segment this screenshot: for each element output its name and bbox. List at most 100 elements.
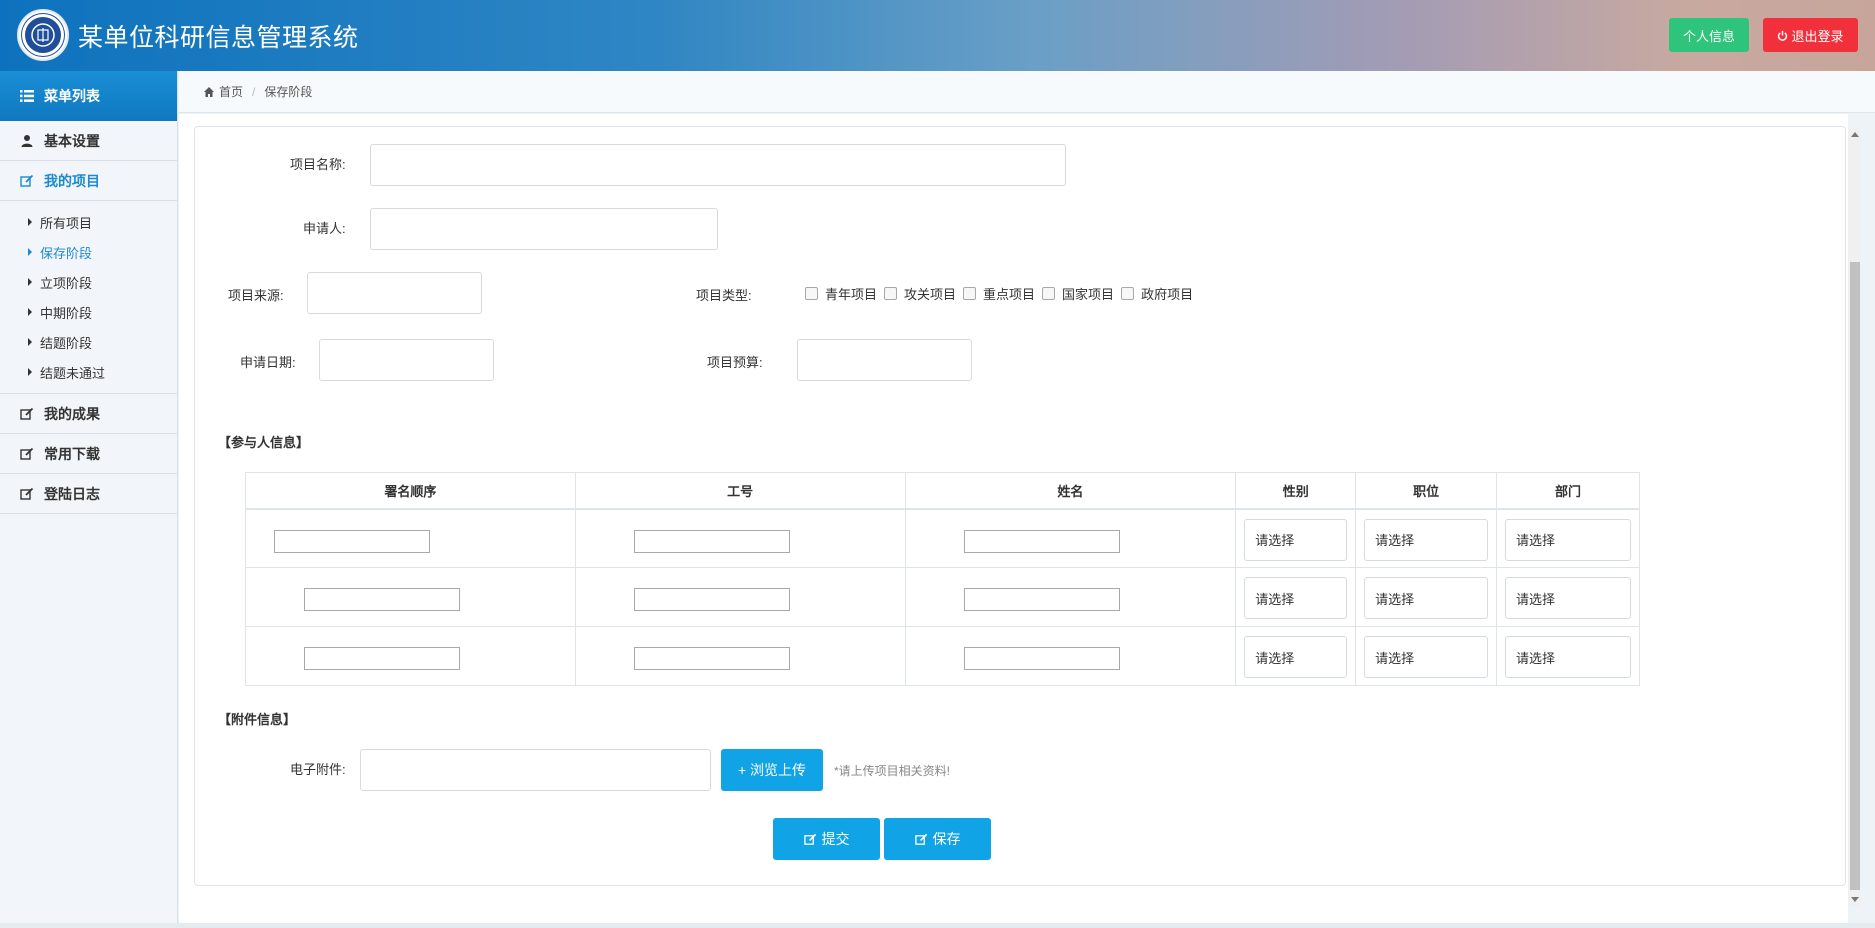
sidebar-item-label: 我的成果	[44, 405, 100, 422]
sidebar-item-basic-settings[interactable]: 基本设置	[0, 121, 177, 161]
submenu-label: 所有项目	[40, 215, 93, 231]
submenu-closing-stage[interactable]: 结题阶段	[0, 327, 177, 357]
checkbox-key[interactable]	[963, 287, 977, 300]
save-button[interactable]: 保存	[884, 818, 991, 860]
apply-date-label: 申请日期:	[240, 355, 296, 370]
checkbox-label: 重点项目	[983, 287, 1036, 302]
checkbox-key-tackling[interactable]	[884, 287, 898, 300]
project-source-input[interactable]	[307, 272, 482, 314]
sidebar-item-my-achievements[interactable]: 我的成果	[0, 394, 177, 434]
applicant-input[interactable]	[370, 208, 718, 250]
participants-table: 署名顺序 工号 姓名 性别 职位 部门 请选择 请选择 请选择 请选择 请选择 …	[245, 472, 1640, 686]
column-header: 姓名	[904, 472, 1237, 510]
name-input[interactable]	[963, 588, 1120, 611]
submit-label: 提交	[821, 831, 850, 847]
sidebar-item-login-log[interactable]: 登陆日志	[0, 474, 177, 514]
logout-button[interactable]: 退出登录	[1763, 18, 1858, 52]
top-header: 某单位科研信息管理系统 个人信息 退出登录	[0, 0, 1875, 71]
checkbox-national[interactable]	[1042, 287, 1056, 300]
app-title: 某单位科研信息管理系统	[78, 23, 359, 52]
checkbox-label: 政府项目	[1141, 287, 1194, 302]
position-select[interactable]: 请选择	[1364, 577, 1489, 619]
edit-icon	[20, 174, 34, 187]
scroll-up-arrow-icon[interactable]	[1851, 132, 1859, 137]
project-submenu: 所有项目 保存阶段 立项阶段 中期阶段 结题阶段 结题未通过	[0, 201, 177, 394]
sidebar-item-downloads[interactable]: 常用下载	[0, 434, 177, 474]
project-source-label: 项目来源:	[228, 288, 284, 303]
table-row: 请选择 请选择 请选择	[245, 508, 1640, 568]
position-select[interactable]: 请选择	[1364, 518, 1489, 561]
project-name-label: 项目名称:	[290, 157, 346, 172]
sidebar: 菜单列表 基本设置 我的项目 所有项目 保存阶段 立项阶段 中期阶段 结题阶段 …	[0, 71, 178, 928]
checkbox-youth[interactable]	[805, 287, 818, 300]
applicant-label: 申请人:	[303, 221, 346, 236]
apply-date-input[interactable]	[319, 339, 494, 381]
gender-select[interactable]: 请选择	[1244, 518, 1348, 561]
submenu-saved-stage[interactable]: 保存阶段	[0, 237, 177, 267]
staff-id-input[interactable]	[633, 647, 790, 670]
order-input[interactable]	[304, 647, 460, 670]
staff-id-input[interactable]	[633, 529, 790, 553]
power-icon	[1778, 30, 1788, 41]
submit-button[interactable]: 提交	[773, 818, 880, 860]
submenu-approval-stage[interactable]: 立项阶段	[0, 267, 177, 297]
submenu-all-projects[interactable]: 所有项目	[0, 207, 177, 237]
sidebar-item-label: 常用下载	[44, 445, 100, 462]
budget-label: 项目预算:	[707, 355, 763, 370]
menu-list-header: 菜单列表	[0, 71, 177, 121]
home-icon	[204, 86, 214, 97]
attachments-section-title: 【附件信息】	[218, 712, 297, 727]
sidebar-item-label: 基本设置	[44, 132, 100, 149]
column-header: 部门	[1496, 472, 1640, 510]
submenu-closing-failed[interactable]: 结题未通过	[0, 357, 177, 387]
column-header: 职位	[1355, 472, 1498, 510]
column-header: 工号	[574, 472, 906, 510]
order-input[interactable]	[304, 588, 460, 611]
submenu-label: 立项阶段	[40, 275, 93, 291]
submenu-midterm-stage[interactable]: 中期阶段	[0, 297, 177, 327]
user-icon	[21, 134, 33, 147]
table-row: 请选择 请选择 请选择	[245, 567, 1640, 627]
sidebar-item-label: 我的项目	[44, 172, 100, 189]
university-seal-icon	[17, 9, 69, 61]
staff-id-input[interactable]	[633, 588, 790, 611]
project-type-checkboxes: 青年项目 攻关项目 重点项目 国家项目 政府项目	[805, 284, 1200, 303]
budget-input[interactable]	[797, 339, 972, 381]
submenu-label: 结题未通过	[40, 365, 106, 381]
gender-select[interactable]: 请选择	[1244, 636, 1348, 678]
edit-icon	[20, 447, 34, 460]
attachment-label: 电子附件:	[290, 762, 346, 777]
name-input[interactable]	[963, 647, 1120, 670]
attachment-input[interactable]	[360, 749, 711, 791]
department-select[interactable]: 请选择	[1505, 518, 1631, 561]
position-select[interactable]: 请选择	[1364, 636, 1489, 678]
department-select[interactable]: 请选择	[1505, 577, 1631, 619]
checkbox-government[interactable]	[1121, 287, 1135, 300]
profile-button[interactable]: 个人信息	[1669, 18, 1749, 52]
scroll-thumb[interactable]	[1850, 262, 1860, 890]
order-input[interactable]	[274, 529, 430, 553]
vertical-scrollbar[interactable]	[1848, 128, 1861, 906]
scroll-down-arrow-icon[interactable]	[1851, 897, 1859, 902]
checkbox-label: 国家项目	[1062, 287, 1115, 302]
checkbox-label: 攻关项目	[904, 287, 957, 302]
name-input[interactable]	[963, 529, 1120, 553]
table-row: 请选择 请选择 请选择	[245, 626, 1640, 686]
submenu-label: 结题阶段	[40, 335, 93, 351]
gender-select[interactable]: 请选择	[1244, 577, 1348, 619]
edit-icon	[914, 833, 927, 845]
edit-icon	[803, 833, 816, 845]
department-select[interactable]: 请选择	[1505, 636, 1631, 678]
list-icon	[20, 90, 34, 102]
project-name-input[interactable]	[370, 144, 1066, 186]
column-header: 性别	[1235, 472, 1357, 510]
breadcrumb-home[interactable]: 首页	[219, 83, 243, 100]
participants-section-title: 【参与人信息】	[218, 435, 310, 450]
breadcrumb-current: 保存阶段	[264, 85, 313, 99]
browse-upload-button[interactable]: + 浏览上传	[721, 749, 823, 791]
sidebar-item-my-projects[interactable]: 我的项目	[0, 161, 177, 201]
sidebar-item-label: 登陆日志	[44, 485, 100, 502]
edit-icon	[20, 407, 34, 420]
bottom-status-strip	[0, 923, 1875, 928]
breadcrumb: 首页 / 保存阶段	[179, 71, 1875, 113]
